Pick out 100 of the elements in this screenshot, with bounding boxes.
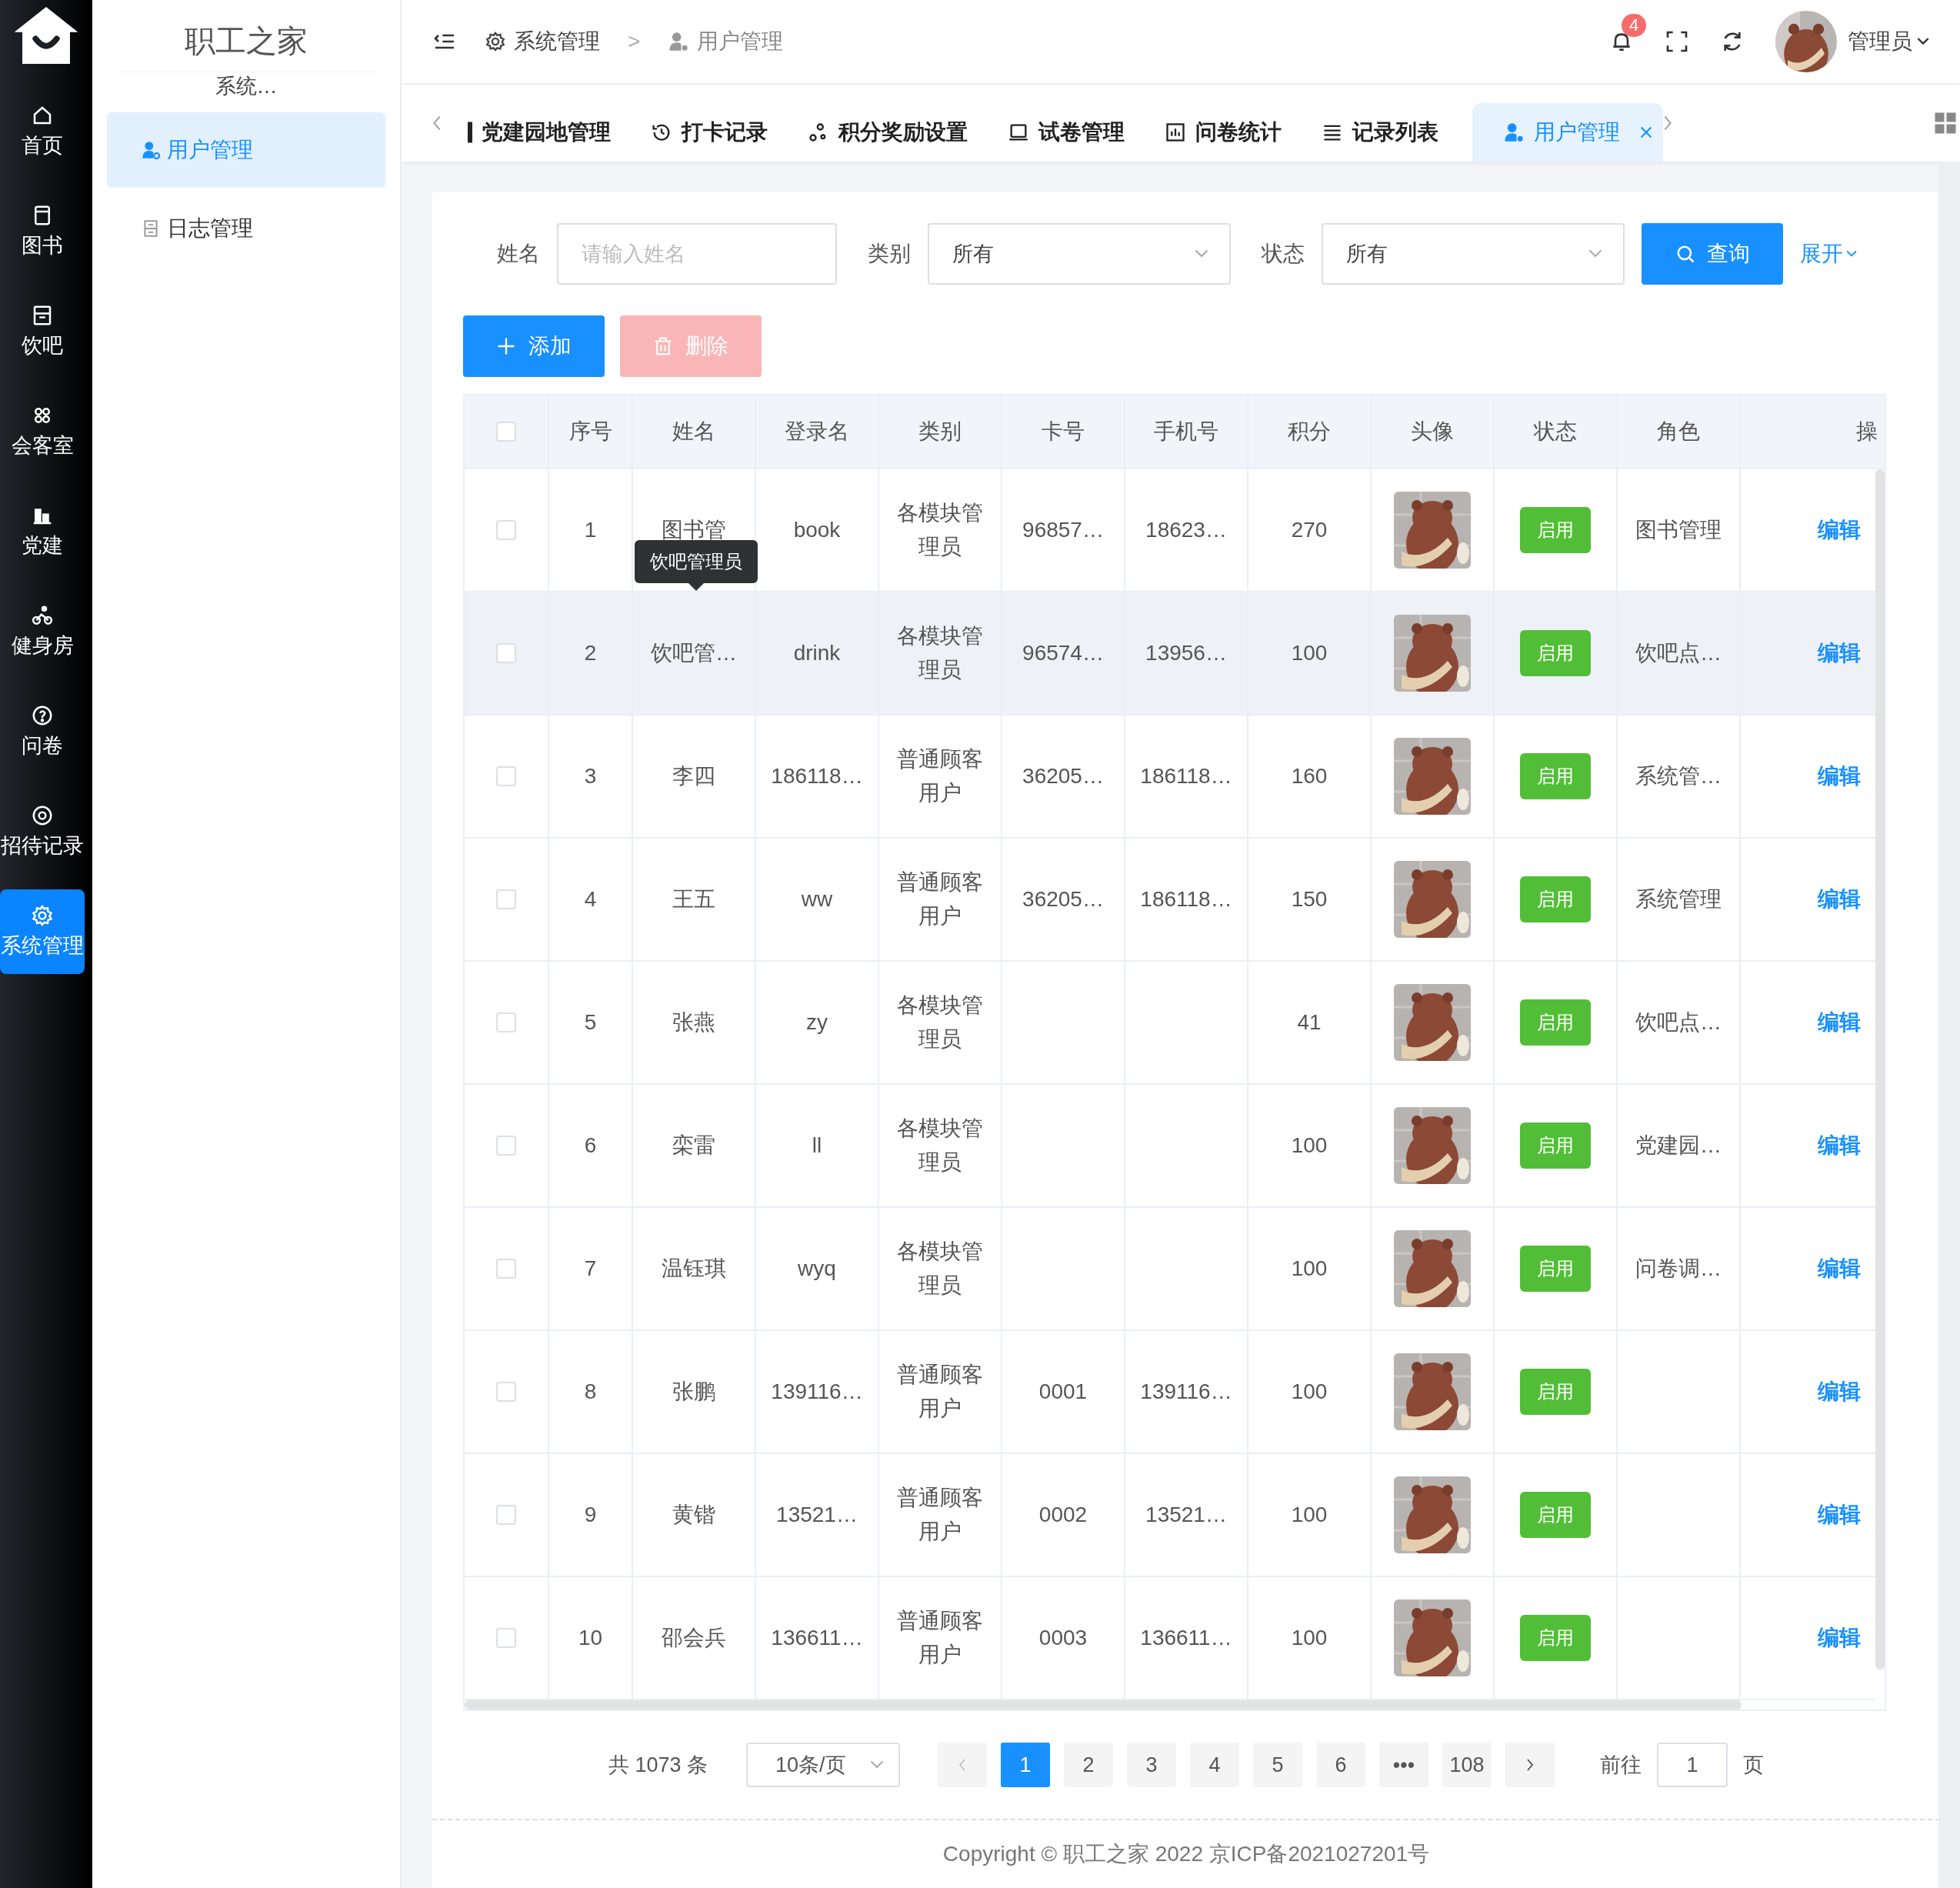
user-icon: [1503, 122, 1525, 143]
tab[interactable]: 打卡记录: [637, 103, 794, 162]
chevron-left-icon[interactable]: [432, 115, 442, 131]
table-row[interactable]: 5 张燕 zy 各模块管理员 41 启用 饮吧点… 编辑: [465, 962, 1875, 1085]
chevron-down-icon: [1846, 250, 1857, 258]
chevron-down-icon: [1588, 249, 1603, 259]
name-field[interactable]: 请输入姓名: [557, 223, 837, 285]
menu-item[interactable]: 日志管理: [107, 191, 385, 266]
row-checkbox[interactable]: [496, 1505, 516, 1525]
page-button[interactable]: 6: [1316, 1743, 1366, 1787]
tooltip: 饮吧管理员: [635, 540, 758, 583]
nav-item[interactable]: 会客室: [0, 389, 85, 474]
page-button[interactable]: 3: [1127, 1743, 1177, 1787]
row-checkbox[interactable]: [496, 1136, 516, 1156]
table-cell-text: 3: [583, 763, 598, 789]
table-row[interactable]: 4 王五 ww 普通顾客用户 36205… 186118… 150 启用 系统管理 编辑: [465, 839, 1875, 962]
row-checkbox[interactable]: [496, 766, 516, 786]
row-checkbox[interactable]: [496, 1259, 516, 1279]
column-header: 积分: [1288, 419, 1331, 445]
page-button[interactable]: 2: [1064, 1743, 1114, 1787]
tab[interactable]: 记录列表: [1308, 103, 1465, 162]
nav-item[interactable]: 招待记录: [0, 789, 85, 874]
fullscreen-icon[interactable]: [1665, 29, 1689, 54]
page-button[interactable]: •••: [1379, 1743, 1429, 1787]
table-cell-text: 4: [583, 886, 598, 912]
row-checkbox[interactable]: [496, 643, 516, 663]
table-cell-text: 问卷调…: [1635, 1256, 1722, 1282]
table-cell-text: 136611…: [1139, 1625, 1233, 1651]
page-input[interactable]: 1: [1657, 1743, 1728, 1787]
table-cell-text: 18623…: [1145, 517, 1228, 543]
nav-item[interactable]: 图书: [0, 189, 85, 274]
page-button[interactable]: 5: [1253, 1743, 1303, 1787]
tab[interactable]: 问卷统计: [1151, 103, 1308, 162]
user-menu[interactable]: 管理员: [1848, 27, 1912, 56]
table-cell-text: 186118…: [1139, 886, 1233, 912]
previous-page-button[interactable]: [938, 1743, 988, 1787]
select-all-checkbox[interactable]: [496, 422, 516, 442]
table-cell-text: drink: [792, 640, 842, 666]
goto-label: 前往: [1600, 1753, 1642, 1778]
row-checkbox[interactable]: [496, 520, 516, 540]
caret-icon[interactable]: [1917, 37, 1929, 46]
table-cell-text: ww: [800, 886, 834, 912]
table-cell-text: 160: [1290, 763, 1328, 789]
nav-item[interactable]: 党建: [0, 489, 85, 574]
table-row[interactable]: 1 图书管 饮吧管理员 book 各模块管理员 96857… 18623… 270 启用 图书管理 编辑: [465, 469, 1875, 592]
nav-item[interactable]: 问卷: [0, 689, 85, 774]
grid-icon[interactable]: [1934, 112, 1957, 135]
next-page-button[interactable]: [1505, 1743, 1555, 1787]
page-size-select[interactable]: 10条/页: [746, 1743, 901, 1787]
status-tag: 启用: [1520, 1122, 1591, 1169]
page-button[interactable]: 108: [1442, 1743, 1492, 1787]
total-count: 共 1073 条: [608, 1753, 708, 1778]
app-subtitle: 系统…: [115, 72, 377, 100]
chevron-right-icon[interactable]: [1663, 115, 1672, 131]
table-cell-text: 100: [1290, 1132, 1328, 1159]
notification-badge: 4: [1622, 14, 1647, 37]
nav-item[interactable]: 首页: [0, 89, 85, 174]
status-select[interactable]: 所有: [1322, 223, 1625, 285]
page-button[interactable]: 4: [1190, 1743, 1240, 1787]
table-row[interactable]: 2 饮吧管… drink 各模块管理员 96574… 13956… 100 启用 饮吧点… 编辑: [465, 592, 1875, 716]
column-header: 类别: [918, 419, 962, 445]
nav-item[interactable]: 饮吧: [0, 289, 85, 374]
row-checkbox[interactable]: [496, 1382, 516, 1402]
table-cell-text: 36205…: [1022, 886, 1105, 912]
table-row[interactable]: 10 邵会兵 136611… 普通顾客用户 0003 136611… 100 启用 编辑: [465, 1577, 1875, 1700]
table-cell-text: 13956…: [1145, 640, 1228, 666]
table-row[interactable]: 8 张鹏 139116… 普通顾客用户 0001 139116… 100 启用 编辑: [465, 1331, 1875, 1454]
table-cell-text: 党建园…: [1635, 1132, 1722, 1159]
chevron-down-icon: [869, 1760, 885, 1770]
row-checkbox[interactable]: [496, 889, 516, 909]
table-cell-text: 李四: [672, 763, 716, 789]
row-checkbox[interactable]: [496, 1012, 516, 1032]
target-icon: [31, 804, 54, 827]
scrollbar[interactable]: [465, 1700, 1742, 1710]
settings-icon: [485, 31, 506, 52]
category-select[interactable]: 所有: [928, 223, 1231, 285]
table-cell-text: book: [792, 517, 842, 543]
nav-item[interactable]: 系统管理: [0, 889, 85, 974]
table-cell-text: 饮吧点…: [1635, 640, 1722, 666]
table-cell-text: 96574…: [1022, 640, 1105, 666]
table-row[interactable]: 6 栾雷 ll 各模块管理员 100 启用 党建园… 编辑: [465, 1085, 1875, 1208]
table-cell-text: 100: [1290, 640, 1328, 666]
tab[interactable]: 试卷管理: [994, 103, 1151, 162]
row-checkbox[interactable]: [496, 1628, 516, 1648]
breadcrumb-current: 用户管理: [697, 28, 784, 55]
scrollbar[interactable]: [1938, 162, 1960, 1888]
status-tag: 启用: [1520, 507, 1591, 553]
scrollbar[interactable]: [1875, 469, 1885, 1670]
status-tag: 启用: [1520, 1615, 1591, 1661]
table-row[interactable]: 9 黄锴 13521… 普通顾客用户 0002 13521… 100 启用 编辑: [465, 1454, 1875, 1577]
trash-icon: [653, 336, 673, 356]
table-row[interactable]: 3 李四 186118… 普通顾客用户 36205… 186118… 160 启用 系统管… 编辑: [465, 716, 1875, 839]
tab[interactable]: 党建园地管理: [454, 103, 637, 162]
table-row[interactable]: 7 温钰琪 wyq 各模块管理员 100 启用 问卷调… 编辑: [465, 1208, 1875, 1331]
nav-item[interactable]: 健身房: [0, 589, 85, 674]
close-icon[interactable]: [1640, 126, 1652, 138]
breadcrumb-separator: >: [628, 29, 641, 54]
table-cell-text: 普通顾客用户: [896, 869, 984, 929]
breadcrumb-link[interactable]: 系统管理: [514, 27, 600, 56]
tab[interactable]: 积分奖励设置: [794, 103, 994, 162]
